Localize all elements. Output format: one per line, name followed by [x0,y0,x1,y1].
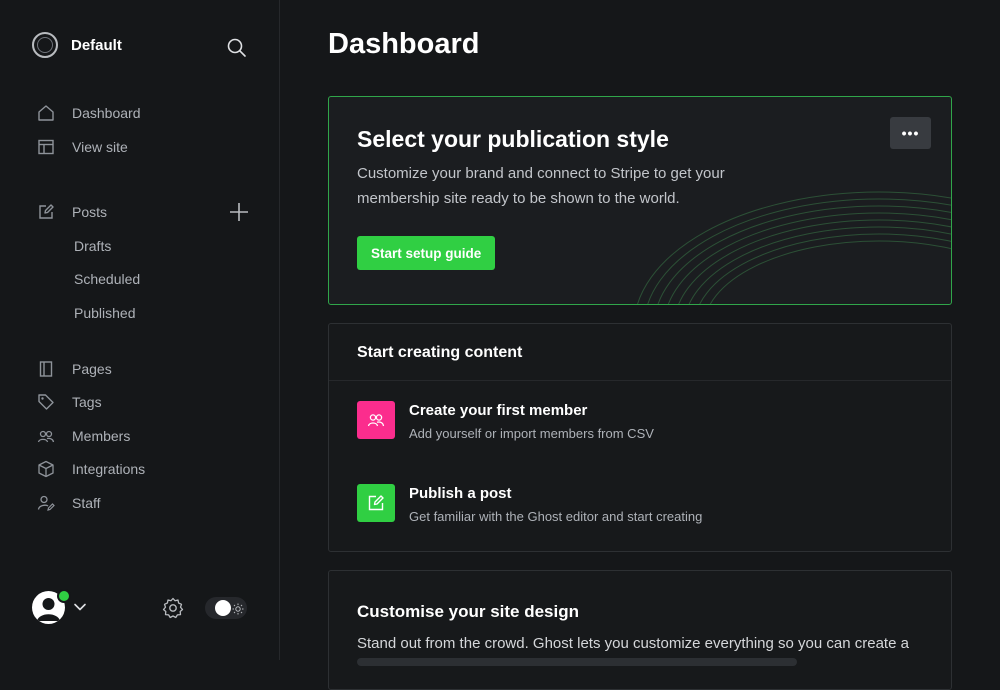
nav-pages[interactable]: Pages [36,357,112,381]
nav-tags[interactable]: Tags [36,390,102,414]
nav-drafts[interactable]: Drafts [74,238,111,254]
more-options-button[interactable]: ••• [890,117,931,149]
site-brand[interactable]: Default [32,32,122,58]
hero-description: Customize your brand and connect to Stri… [357,165,725,207]
start-setup-guide-button[interactable]: Start setup guide [357,236,496,270]
nav-published[interactable]: Published [74,305,136,321]
customise-site-design-card: Customise your site design Stand out fro… [328,570,952,690]
nav-posts-label: Posts [72,204,108,220]
start-creating-content-card: Start creating content Create your first… [328,323,952,552]
nav-members-label: Members [72,428,131,444]
edit-icon [357,484,395,522]
task-create-member[interactable]: Create your first member Add yourself or… [357,401,917,441]
cut-off-text-line [357,658,797,666]
dark-mode-toggle[interactable] [205,597,247,619]
nav-tags-label: Tags [72,394,102,410]
online-status-dot [57,589,71,603]
home-icon [36,103,56,123]
card-title: Start creating content [357,344,523,361]
card-title: Customise your site design [357,602,579,621]
nav-posts[interactable]: Posts [36,200,107,224]
nav-members[interactable]: Members [36,424,130,448]
site-name: Default [71,36,122,54]
nav-pages-label: Pages [72,361,112,377]
members-icon [357,401,395,439]
search-icon[interactable] [226,37,248,59]
nav-staff[interactable]: Staff [36,491,101,515]
nav-view-site[interactable]: View site [36,135,128,159]
nav-scheduled[interactable]: Scheduled [74,271,140,287]
hero-title: Select your publication style [357,126,669,152]
pencil-icon [36,202,56,222]
tag-icon [36,392,56,412]
task-publish-post[interactable]: Publish a post Get familiar with the Gho… [357,484,917,524]
card-text: Stand out from the crowd. Ghost lets you… [357,635,909,652]
gear-icon[interactable] [161,596,185,620]
divider [329,380,951,381]
nav-staff-label: Staff [72,495,101,511]
task-title: Publish a post [409,485,512,502]
sun-icon [232,602,244,615]
nav-dashboard-label: Dashboard [72,105,141,121]
nav-integrations-label: Integrations [72,461,146,477]
main-content: Dashboard Select your publication style … [280,0,1000,690]
layout-icon [36,137,56,157]
members-icon [36,426,56,446]
nav-view-site-label: View site [72,139,128,155]
page-icon [36,359,56,379]
staff-icon [36,493,56,513]
site-logo-icon [32,32,58,58]
task-subtitle: Add yourself or import members from CSV [409,426,654,441]
nav-dashboard[interactable]: Dashboard [36,101,141,125]
task-subtitle: Get familiar with the Ghost editor and s… [409,509,703,524]
page-title: Dashboard [328,28,480,60]
nav-integrations[interactable]: Integrations [36,457,145,481]
sidebar: Default Dashboard View site Posts Drafts… [0,0,280,660]
toggle-knob [215,600,231,616]
new-post-plus-icon[interactable] [228,201,250,223]
publication-style-card: Select your publication style Customize … [328,96,952,305]
box-icon [36,459,56,479]
task-title: Create your first member [409,402,588,419]
chevron-down-icon[interactable] [73,600,87,614]
